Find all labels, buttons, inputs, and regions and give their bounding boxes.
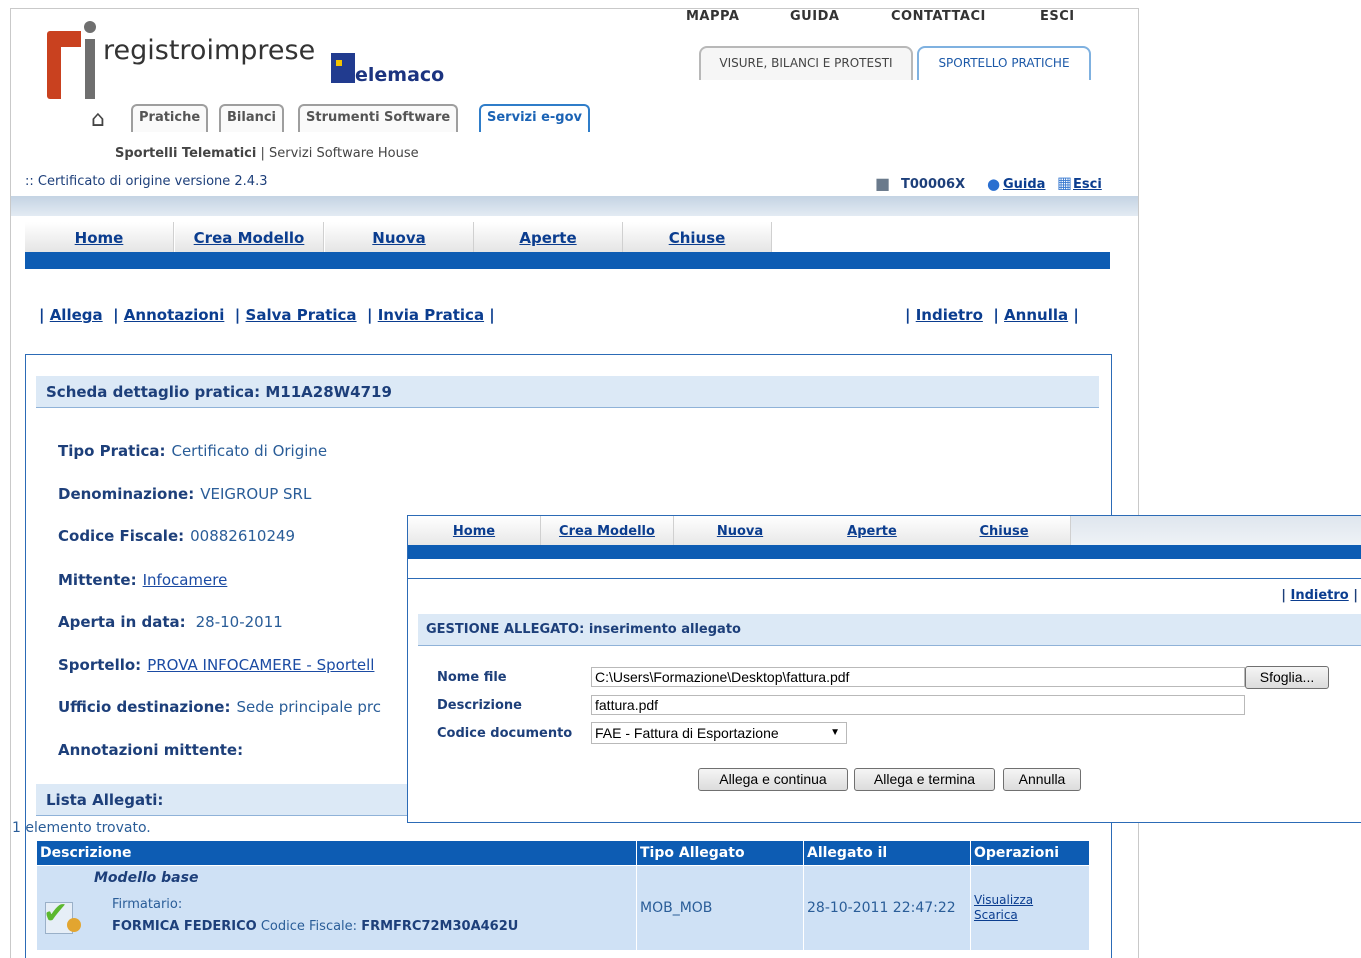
scarica-link[interactable]: Scarica — [974, 908, 1018, 922]
salva-pratica-link[interactable]: Salva Pratica — [246, 306, 357, 324]
field-codice-fiscale: Codice Fiscale: 00882610249 — [58, 527, 296, 545]
attachment-date: 28-10-2011 22:47:22 — [803, 865, 971, 951]
menu-nuova[interactable]: Nuova — [372, 229, 425, 247]
nome-file-label: Nome file — [437, 670, 507, 685]
tab-strumenti-software[interactable]: Strumenti Software — [298, 104, 459, 132]
annulla-button[interactable]: Annulla — [1003, 768, 1081, 791]
signed-document-icon: ✔ — [41, 896, 85, 936]
field-tipo-pratica: Tipo Pratica: Certificato di Origine — [58, 442, 328, 460]
annulla-link[interactable]: Annulla — [1004, 306, 1068, 324]
top-link-esci[interactable]: ESCI — [1040, 9, 1075, 24]
allega-e-continua-button[interactable]: Allega e continua — [698, 768, 848, 791]
visualizza-link[interactable]: Visualizza — [974, 893, 1033, 907]
detail-header: Scheda dettaglio pratica: M11A28W4719 — [36, 376, 1099, 408]
codice-documento-select[interactable]: FAE - Fattura di Esportazione ▼ — [591, 722, 847, 744]
dialog-menu-bar — [408, 545, 1361, 559]
menu-bar — [25, 252, 1110, 269]
dialog-header: GESTIONE ALLEGATO: inserimento allegato — [418, 614, 1361, 646]
logo-text: registroimprese — [103, 35, 316, 66]
exit-icon: ▦ — [1057, 173, 1073, 192]
nome-file-input[interactable]: C:\Users\Formazione\Desktop\fattura.pdf — [591, 667, 1245, 687]
field-annotazioni-mittente: Annotazioni mittente: — [58, 741, 244, 759]
annotazioni-link[interactable]: Annotazioni — [124, 306, 225, 324]
descrizione-input[interactable]: fattura.pdf — [591, 695, 1245, 715]
action-bar-right: | Indietro | Annulla | — [905, 306, 1079, 324]
chevron-down-icon: ▼ — [830, 727, 840, 738]
col-operazioni: Operazioni — [970, 840, 1090, 866]
esci-link[interactable]: Esci — [1073, 177, 1102, 192]
table-row: Modello base ✔ Firmatario: FORMICA FEDER… — [36, 865, 1090, 951]
subnav-separator: | — [256, 146, 269, 161]
mittente-link[interactable]: Infocamere — [143, 571, 228, 589]
results-count: 1 elemento trovato. — [12, 820, 151, 836]
field-aperta-in-data: Aperta in data: 28-10-2011 — [58, 613, 283, 631]
tab-sportello-pratiche[interactable]: SPORTELLO PRATICHE — [917, 46, 1091, 80]
user-icon: ■ — [875, 174, 891, 193]
signer-info: FORMICA FEDERICO Codice Fiscale: FRMFRC7… — [112, 919, 519, 934]
allega-e-termina-button[interactable]: Allega e termina — [854, 768, 995, 791]
tab-visure-bilanci-protesti[interactable]: VISURE, BILANCI E PROTESTI — [699, 46, 913, 80]
user-id: T00006X — [901, 177, 966, 192]
dialog-menu-crea-modello[interactable]: Crea Modello — [559, 524, 655, 539]
menu-chiuse[interactable]: Chiuse — [669, 229, 726, 247]
descrizione-label: Descrizione — [437, 698, 522, 713]
indietro-link[interactable]: Indietro — [916, 306, 983, 324]
attachment-dialog: Home Crea Modello Nuova Aperte Chiuse | … — [407, 515, 1361, 823]
subnav-servizi-software-house[interactable]: Servizi Software House — [269, 146, 419, 161]
top-link-guida[interactable]: GUIDA — [790, 9, 839, 24]
certificate-version: :: Certificato di origine versione 2.4.3 — [25, 174, 268, 189]
col-allegato-il: Allegato il — [803, 840, 971, 866]
dialog-body: | Indietro | GESTIONE ALLEGATO: inserime… — [408, 578, 1361, 822]
field-denominazione: Denominazione: VEIGROUP SRL — [58, 485, 312, 503]
help-icon: ● — [987, 175, 1001, 193]
subnav-sportelli-telematici[interactable]: Sportelli Telematici — [115, 146, 256, 161]
firmatario-label: Firmatario: — [112, 897, 183, 912]
guida-link[interactable]: Guida — [1003, 177, 1045, 192]
dialog-menu-aperte[interactable]: Aperte — [847, 524, 897, 539]
tab-pratiche[interactable]: Pratiche — [131, 104, 209, 132]
menu-aperte[interactable]: Aperte — [519, 229, 576, 247]
top-link-mappa[interactable]: MAPPA — [686, 9, 739, 24]
menu-home[interactable]: Home — [75, 229, 124, 247]
action-bar-left: | Allega | Annotazioni | Salva Pratica |… — [39, 306, 495, 324]
dialog-menu-nuova[interactable]: Nuova — [717, 524, 763, 539]
invia-pratica-link[interactable]: Invia Pratica — [378, 306, 484, 324]
subnav: Sportelli Telematici | Servizi Software … — [115, 146, 419, 161]
field-sportello: Sportello: PROVA INFOCAMERE - Sportell — [58, 656, 375, 674]
col-tipo-allegato: Tipo Allegato — [636, 840, 804, 866]
dialog-indietro-link[interactable]: Indietro — [1290, 588, 1348, 603]
sportello-link[interactable]: PROVA INFOCAMERE - Sportell — [147, 656, 374, 674]
field-mittente: Mittente: Infocamere — [58, 571, 228, 589]
attachment-title: Modello base — [94, 870, 199, 886]
home-icon[interactable]: ⌂ — [91, 107, 105, 132]
top-link-contattaci[interactable]: CONTATTACI — [891, 9, 986, 24]
menu-crea-modello[interactable]: Crea Modello — [194, 229, 305, 247]
attachments-table: Descrizione Tipo Allegato Allegato il Op… — [36, 840, 1090, 951]
sfoglia-button[interactable]: Sfoglia... — [1245, 666, 1329, 689]
dialog-menu-home[interactable]: Home — [453, 524, 495, 539]
col-descrizione: Descrizione — [36, 840, 637, 866]
telemaco-text: elemaco — [355, 64, 445, 86]
header-band — [11, 196, 1138, 216]
allega-link[interactable]: Allega — [50, 306, 103, 324]
tab-bilanci[interactable]: Bilanci — [219, 104, 285, 132]
attachment-type: MOB_MOB — [636, 865, 804, 951]
dialog-menu-chiuse[interactable]: Chiuse — [979, 524, 1028, 539]
field-ufficio-destinazione: Ufficio destinazione: Sede principale prc — [58, 698, 381, 716]
codice-documento-label: Codice documento — [437, 726, 573, 741]
tab-servizi-egov[interactable]: Servizi e-gov — [479, 104, 590, 132]
